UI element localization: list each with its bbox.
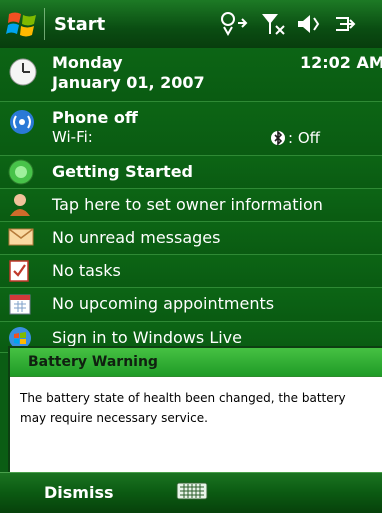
- softkey-bar: Dismiss: [0, 472, 382, 513]
- connectivity-icon: [221, 12, 248, 37]
- windows-live-label: Sign in to Windows Live: [52, 328, 242, 347]
- time-label: 12:02 AM: [300, 53, 382, 72]
- tasks-row[interactable]: No tasks: [0, 255, 382, 288]
- title-bar: Start: [0, 0, 382, 49]
- phone-status: Phone off: [52, 108, 138, 127]
- tasks-icon: [8, 259, 30, 287]
- clock-icon: [8, 57, 38, 91]
- keyboard-icon[interactable]: [176, 480, 208, 502]
- start-title[interactable]: Start: [54, 14, 105, 35]
- messages-row[interactable]: No unread messages: [0, 222, 382, 255]
- battery-warning-header: Battery Warning: [10, 348, 382, 377]
- messages-icon: [8, 227, 34, 251]
- battery-warning-message: The battery state of health been changed…: [20, 391, 346, 425]
- messages-label: No unread messages: [52, 228, 221, 247]
- tasks-label: No tasks: [52, 261, 121, 280]
- windows-start-icon[interactable]: [6, 8, 40, 40]
- wireless-icon: [8, 108, 36, 140]
- owner-icon: [8, 192, 32, 222]
- bluetooth-status: : Off: [288, 129, 320, 147]
- wifi-label: Wi-Fi:: [52, 128, 93, 146]
- power-icon: [336, 17, 356, 31]
- battery-warning-title: Battery Warning: [28, 354, 158, 370]
- calendar-icon: [8, 292, 32, 320]
- getting-started-icon: [8, 159, 34, 189]
- status-icons: [218, 10, 378, 38]
- dismiss-button[interactable]: Dismiss: [44, 483, 114, 502]
- owner-info-label: Tap here to set owner information: [52, 195, 323, 214]
- date-label: January 01, 2007: [52, 73, 205, 92]
- signal-off-icon: [262, 14, 285, 35]
- owner-info-row[interactable]: Tap here to set owner information: [0, 189, 382, 222]
- phone-row[interactable]: Phone off Wi-Fi: : Off: [0, 102, 382, 156]
- battery-warning-dialog: Battery Warning The battery state of hea…: [8, 346, 382, 474]
- getting-started-label: Getting Started: [52, 162, 193, 181]
- bluetooth-icon: [270, 130, 286, 150]
- datetime-row[interactable]: Monday January 01, 2007 12:02 AM: [0, 48, 382, 102]
- calendar-label: No upcoming appointments: [52, 294, 275, 313]
- title-divider: [44, 8, 45, 40]
- day-label: Monday: [52, 53, 123, 72]
- getting-started-row[interactable]: Getting Started: [0, 156, 382, 189]
- speaker-icon: [298, 15, 320, 33]
- calendar-row[interactable]: No upcoming appointments: [0, 288, 382, 322]
